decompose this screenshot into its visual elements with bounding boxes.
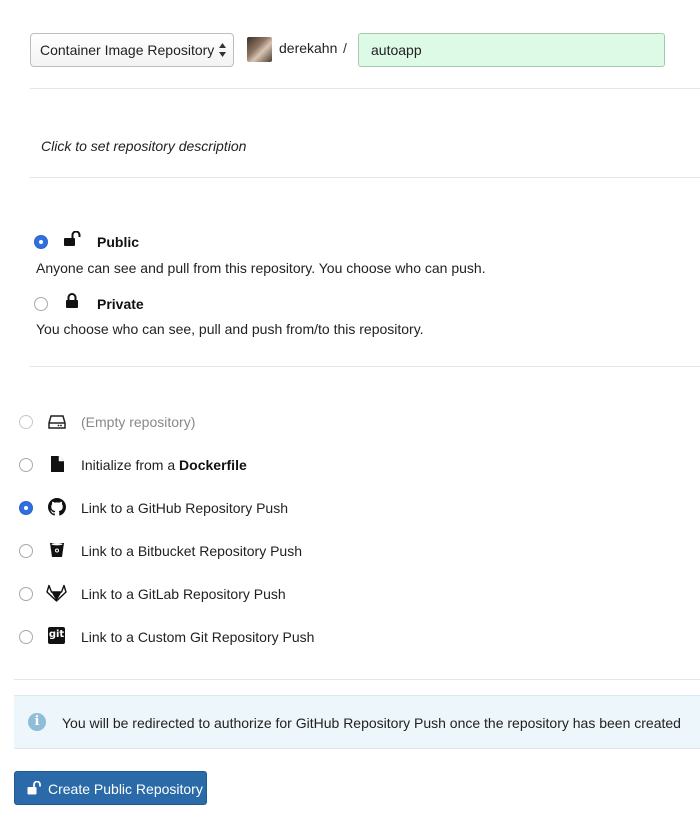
visibility-private-title: Private: [97, 296, 144, 312]
divider: [14, 679, 700, 680]
init-radio-dockerfile[interactable]: [19, 458, 33, 472]
divider: [30, 366, 700, 367]
init-radio-custom-git[interactable]: [19, 630, 33, 644]
repo-kind-select[interactable]: Container Image Repository: [30, 33, 234, 67]
divider: [30, 88, 700, 89]
visibility-public-description: Anyone can see and pull from this reposi…: [36, 260, 486, 276]
init-option-gitlab-label: Link to a GitLab Repository Push: [81, 586, 286, 602]
visibility-private-description: You choose who can see, pull and push fr…: [36, 321, 424, 337]
visibility-public-title: Public: [97, 234, 140, 250]
visibility-radio-public[interactable]: [34, 235, 48, 249]
create-repository-button-label: Create Public Repository: [48, 781, 203, 797]
init-option-dockerfile-prefix: Initialize from a: [81, 457, 180, 473]
namespace-label: derekahn: [279, 40, 338, 56]
info-alert-text: You will be redirected to authorize for …: [62, 715, 681, 731]
github-icon: [48, 498, 66, 516]
hard-drive-icon: [48, 415, 66, 429]
gitlab-icon: [46, 584, 67, 602]
init-radio-empty[interactable]: [19, 415, 33, 429]
create-repository-button[interactable]: Create Public Repository: [14, 771, 207, 805]
init-radio-gitlab[interactable]: [19, 587, 33, 601]
init-option-bitbucket-label: Link to a Bitbucket Repository Push: [81, 543, 303, 559]
repo-kind-select-value: Container Image Repository: [40, 42, 215, 58]
unlock-icon: [64, 231, 81, 246]
avatar: [247, 37, 272, 62]
init-option-empty-label: (Empty repository): [81, 414, 196, 430]
visibility-radio-private[interactable]: [34, 297, 48, 311]
git-icon: git: [48, 627, 65, 644]
repo-description-editable[interactable]: Click to set repository description: [41, 138, 246, 154]
select-arrows-icon: [219, 43, 226, 57]
bitbucket-icon: [50, 543, 64, 557]
divider: [30, 177, 700, 178]
path-separator: /: [343, 40, 347, 56]
init-option-github-label: Link to a GitHub Repository Push: [81, 500, 288, 516]
init-option-custom-git-label: Link to a Custom Git Repository Push: [81, 629, 315, 645]
init-option-dockerfile-label: Initialize from a Dockerfile: [81, 457, 247, 473]
unlock-icon: [27, 781, 41, 795]
lock-icon: [66, 293, 78, 308]
repo-name-input[interactable]: [358, 33, 665, 67]
info-icon: i: [28, 713, 46, 731]
init-option-dockerfile-bold: Dockerfile: [179, 457, 247, 473]
file-icon: [51, 456, 64, 472]
init-radio-bitbucket[interactable]: [19, 544, 33, 558]
init-radio-github[interactable]: [19, 501, 33, 515]
